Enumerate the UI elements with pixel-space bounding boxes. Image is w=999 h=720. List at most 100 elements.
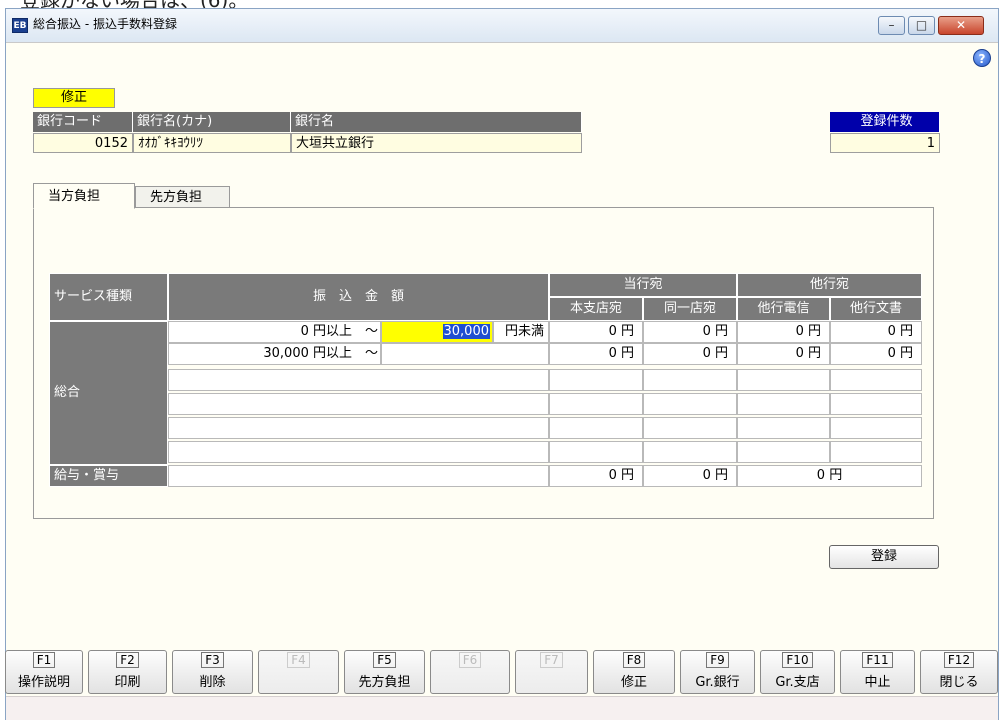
table-row-3-other-tel[interactable] [737, 369, 830, 391]
table-row-3-own-main[interactable] [549, 369, 643, 391]
table-row-6-other-tel[interactable] [737, 441, 830, 463]
table-row-1-from: 0 円以上 ～ [168, 321, 381, 343]
fkey-f7-button: F7 [515, 650, 588, 694]
table-row-6-amount[interactable] [168, 441, 549, 463]
count-field: 1 [830, 133, 940, 153]
service-type-header: サービス種類 [49, 273, 168, 321]
group-salary-label: 給与・賞与 [49, 465, 168, 487]
fkey-f6-button: F6 [430, 650, 510, 694]
salary-row-own-main[interactable]: 0 円 [549, 465, 643, 487]
fkey-caption: 先方負担 [358, 675, 411, 690]
fkey-label: F2 [116, 652, 139, 668]
table-row-4-other-tel[interactable] [737, 393, 830, 415]
table-row-5-own-main[interactable] [549, 417, 643, 439]
fkey-label: F12 [943, 652, 975, 668]
table-row-3-own-same[interactable] [643, 369, 737, 391]
fkey-caption: Gr.銀行 [695, 675, 740, 690]
table-row-6-own-main[interactable] [549, 441, 643, 463]
fkey-caption: Gr.支店 [775, 675, 820, 690]
table-row-3-amount[interactable] [168, 369, 549, 391]
table-row-1-to-input[interactable]: 30,000 [381, 321, 493, 343]
register-button[interactable]: 登録 [829, 545, 939, 569]
table-row-3-other-doc[interactable] [830, 369, 922, 391]
tab-other-burden[interactable]: 先方負担 [135, 186, 230, 208]
fkey-f5-button[interactable]: F5 先方負担 [344, 650, 425, 694]
own-main-header: 本支店宛 [549, 297, 643, 321]
salary-row-amount [168, 465, 549, 487]
table-row-1-to-unit: 円未満 [493, 321, 549, 343]
table-row-4-amount[interactable] [168, 393, 549, 415]
fkey-caption: 削除 [199, 675, 226, 690]
maximize-button[interactable]: □ [908, 16, 935, 35]
help-icon[interactable]: ? [973, 49, 991, 67]
fkey-f9-button[interactable]: F9 Gr.銀行 [680, 650, 755, 694]
table-row-1-other-doc[interactable]: 0 円 [830, 321, 922, 343]
bank-kana-header: 銀行名(カナ) [133, 112, 291, 132]
fkey-label: F9 [706, 652, 729, 668]
table-row-4-other-doc[interactable] [830, 393, 922, 415]
fkey-caption: 印刷 [114, 675, 141, 690]
window-title: 総合振込 - 振込手数料登録 [33, 17, 177, 31]
amount-header: 振 込 金 額 [168, 273, 549, 321]
fkey-f4-button: F4 [258, 650, 339, 694]
table-row-2-from: 30,000 円以上 ～ [168, 343, 381, 365]
fkey-label: F6 [458, 652, 482, 668]
salary-row-other[interactable]: 0 円 [737, 465, 922, 487]
fkey-f1-button[interactable]: F1 操作説明 [5, 650, 83, 694]
mode-badge: 修正 [33, 88, 115, 108]
fkey-label: F10 [782, 652, 813, 668]
fkey-label: F8 [622, 652, 646, 668]
table-row-1-own-main[interactable]: 0 円 [549, 321, 643, 343]
own-bank-header: 当行宛 [549, 273, 737, 297]
bank-code-header: 銀行コード [33, 112, 133, 132]
fkey-label: F11 [862, 652, 893, 668]
bank-kana-field: ｵｵｶﾞｷｷﾖｳﾘﾂ [133, 133, 291, 153]
maximize-icon: □ [915, 18, 928, 32]
other-bank-header: 他行宛 [737, 273, 922, 297]
count-header: 登録件数 [830, 112, 940, 132]
fkey-caption: 修正 [620, 675, 647, 690]
table-row-6-other-doc[interactable] [830, 441, 922, 463]
table-row-5-other-tel[interactable] [737, 417, 830, 439]
close-button[interactable]: ✕ [938, 16, 984, 35]
table-row-2-own-same[interactable]: 0 円 [643, 343, 737, 365]
bank-code-field: 0152 [33, 133, 133, 153]
fkey-f11-button[interactable]: F11 中止 [840, 650, 915, 694]
fkey-f12-button[interactable]: F12 閉じる [920, 650, 998, 694]
minimize-icon: – [888, 18, 895, 32]
fkey-label: F5 [373, 652, 396, 668]
fkey-caption: 中止 [864, 675, 891, 690]
table-row-6-own-same[interactable] [643, 441, 737, 463]
other-tel-header: 他行電信 [737, 297, 830, 321]
table-row-1-own-same[interactable]: 0 円 [643, 321, 737, 343]
table-row-4-own-same[interactable] [643, 393, 737, 415]
group-total-label: 総合 [49, 321, 168, 465]
own-same-header: 同一店宛 [643, 297, 737, 321]
bank-name-field: 大垣共立銀行 [291, 133, 582, 153]
table-row-2-own-main[interactable]: 0 円 [549, 343, 643, 365]
fkey-label: F4 [287, 652, 310, 668]
fkey-label: F1 [32, 652, 56, 668]
salary-row-own-same[interactable]: 0 円 [643, 465, 737, 487]
fkey-caption: 閉じる [939, 675, 979, 690]
table-row-2-other-doc[interactable]: 0 円 [830, 343, 922, 365]
table-row-5-own-same[interactable] [643, 417, 737, 439]
tab-own-burden[interactable]: 当方負担 [33, 183, 135, 209]
table-row-4-own-main[interactable] [549, 393, 643, 415]
fkey-f3-button[interactable]: F3 削除 [172, 650, 253, 694]
fkey-f8-button[interactable]: F8 修正 [593, 650, 675, 694]
table-row-1-other-tel[interactable]: 0 円 [737, 321, 830, 343]
table-row-2-to[interactable] [381, 343, 549, 365]
other-doc-header: 他行文書 [830, 297, 922, 321]
table-row-5-other-doc[interactable] [830, 417, 922, 439]
table-row-2-other-tel[interactable]: 0 円 [737, 343, 830, 365]
fkey-label: F3 [201, 652, 224, 668]
bank-name-header: 銀行名 [291, 112, 582, 132]
fkey-label: F7 [540, 652, 563, 668]
fkey-f2-button[interactable]: F2 印刷 [88, 650, 167, 694]
app-icon: EB [12, 18, 28, 33]
fkey-f10-button[interactable]: F10 Gr.支店 [760, 650, 835, 694]
minimize-button[interactable]: – [878, 16, 905, 35]
close-icon: ✕ [955, 18, 967, 32]
table-row-5-amount[interactable] [168, 417, 549, 439]
